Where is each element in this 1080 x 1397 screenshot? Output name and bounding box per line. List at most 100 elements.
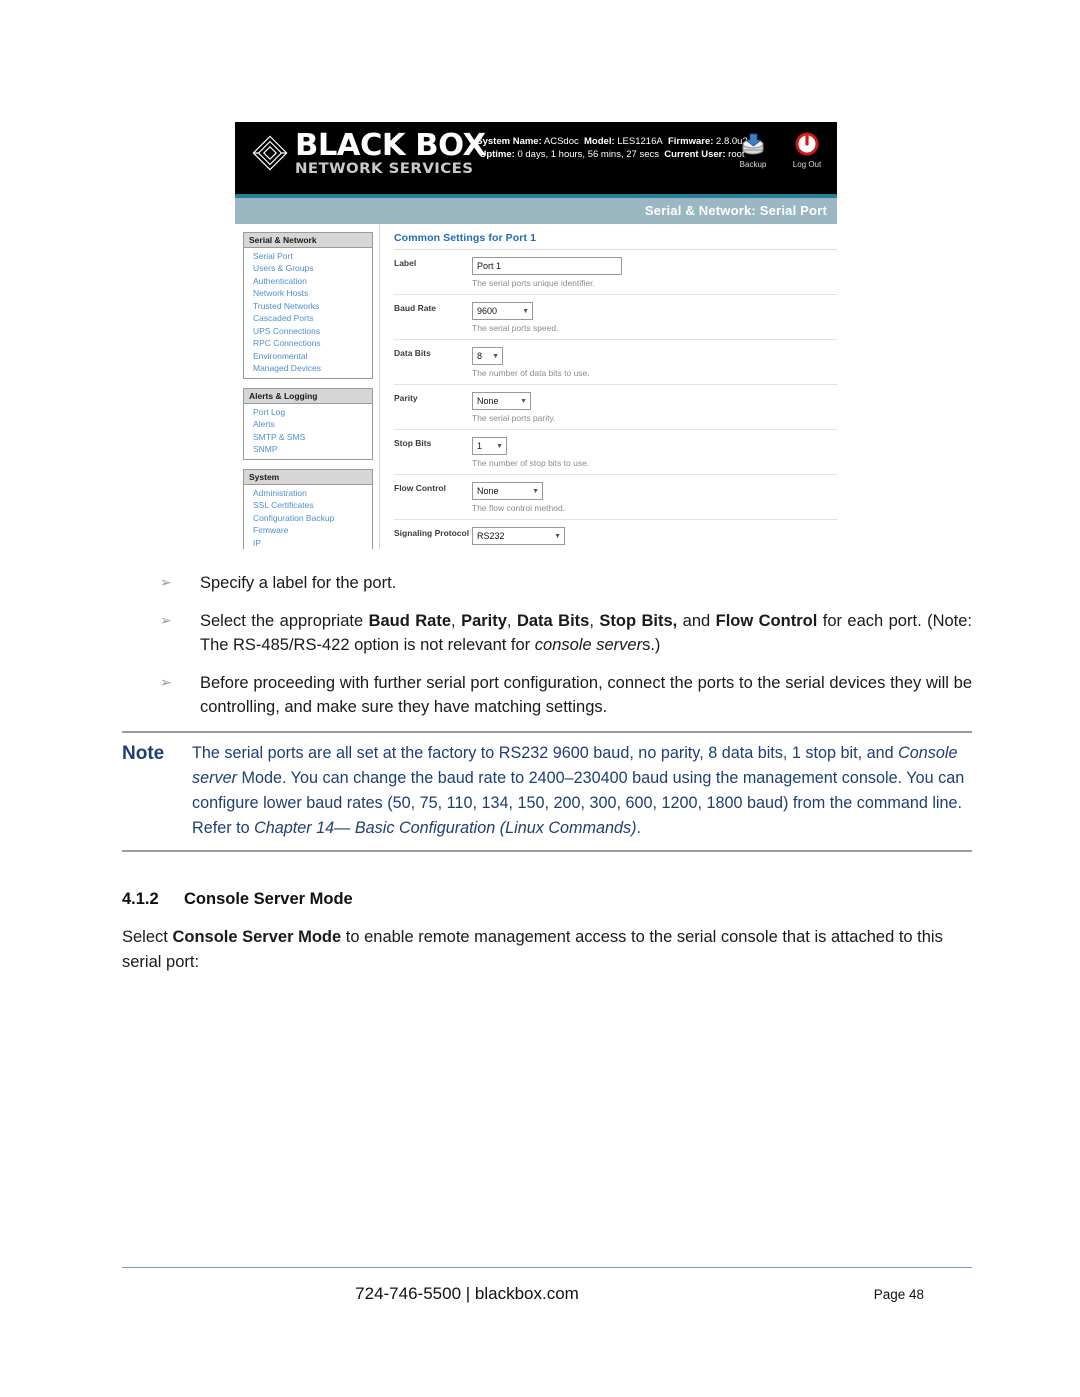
section-paragraph: Select Console Server Mode to enable rem… xyxy=(122,925,972,975)
sidebar-item-authentication[interactable]: Authentication xyxy=(244,275,372,288)
chevron-down-icon: ▼ xyxy=(532,487,539,495)
text-run: Select xyxy=(122,928,173,946)
chevron-down-icon: ▼ xyxy=(496,442,503,450)
logout-button[interactable]: Log Out xyxy=(785,132,829,169)
nav-group-system: System Administration SSL Certificates C… xyxy=(243,469,373,549)
sidebar-item-cascaded-ports[interactable]: Cascaded Ports xyxy=(244,313,372,326)
chevron-down-icon: ▼ xyxy=(522,307,529,315)
list-item-text: Before proceeding with further serial po… xyxy=(200,671,972,720)
current-user-label: Current User: xyxy=(664,149,726,160)
form-row-flow-control: Flow Control None ▼ The flow control met… xyxy=(394,475,837,520)
page-title-bar: Serial & Network: Serial Port xyxy=(235,198,837,224)
flow-control-select[interactable]: None ▼ xyxy=(472,482,543,500)
sidebar-item-ip[interactable]: IP xyxy=(244,537,372,549)
text-run: , xyxy=(451,611,462,630)
sidebar-item-serial-port[interactable]: Serial Port xyxy=(244,250,372,263)
field-hint: The electrical signaling on this serial … xyxy=(472,548,837,549)
text-run-bold: Stop Bits, xyxy=(599,611,678,630)
system-info-line1: System Name: ACSdoc Model: LES1216A Firm… xyxy=(467,135,757,148)
list-item: ➢ Before proceeding with further serial … xyxy=(160,671,972,720)
backup-button[interactable]: Backup xyxy=(731,132,775,169)
sidebar-item-ups-connections[interactable]: UPS Connections xyxy=(244,325,372,338)
text-run-bold: Flow Control xyxy=(715,611,818,630)
field-hint: The serial ports speed. xyxy=(472,323,559,333)
text-run: . xyxy=(636,819,641,837)
instruction-list: ➢ Specify a label for the port. ➢ Select… xyxy=(160,571,972,733)
flow-control-value: None xyxy=(477,486,499,496)
sidebar: Serial & Network Serial Port Users & Gro… xyxy=(235,224,380,549)
field-label: Parity xyxy=(394,393,418,403)
field-hint: The serial ports unique identifier. xyxy=(472,278,595,288)
list-item-text: Specify a label for the port. xyxy=(200,571,972,596)
form-row-signaling-protocol: Signaling Protocol RS232 ▼ The electrica… xyxy=(394,520,837,549)
text-run-bold: Data Bits xyxy=(516,611,590,630)
form-row-parity: Parity None ▼ The serial ports parity. xyxy=(394,385,837,430)
sidebar-item-managed-devices[interactable]: Managed Devices xyxy=(244,363,372,376)
sidebar-item-smtp-sms[interactable]: SMTP & SMS xyxy=(244,431,372,444)
stop-bits-select[interactable]: 1 ▼ xyxy=(472,437,507,455)
logout-label: Log Out xyxy=(792,160,822,169)
sidebar-item-port-log[interactable]: Port Log xyxy=(244,406,372,419)
sidebar-item-configuration-backup[interactable]: Configuration Backup xyxy=(244,512,372,525)
text-run: , xyxy=(506,611,517,630)
field-hint: The flow control method. xyxy=(472,503,566,513)
footer-page-number: Page 48 xyxy=(873,1287,924,1302)
signaling-protocol-value: RS232 xyxy=(477,531,505,541)
text-run: Select the appropriate xyxy=(200,611,369,630)
uptime-label: Uptime: xyxy=(479,149,515,160)
sidebar-item-users-groups[interactable]: Users & Groups xyxy=(244,263,372,276)
sidebar-item-environmental[interactable]: Environmental xyxy=(244,350,372,363)
text-run-bold: Parity xyxy=(461,611,507,630)
text-run-bold: Baud Rate xyxy=(368,611,452,630)
note-text: The serial ports are all set at the fact… xyxy=(192,741,972,841)
field-label: Signaling Protocol xyxy=(394,528,470,538)
nav-group-title: Serial & Network xyxy=(244,233,372,248)
header-action-icons: Backup Log Out xyxy=(731,132,829,169)
system-name-value: ACSdoc xyxy=(543,136,579,147)
sidebar-item-ssl-certificates[interactable]: SSL Certificates xyxy=(244,500,372,513)
form-heading: Common Settings for Port 1 xyxy=(394,232,837,250)
field-label: Label xyxy=(394,258,417,268)
text-run-italic: console server xyxy=(534,636,643,654)
app-header: BLACK BOX NETWORK SERVICES System Name: … xyxy=(235,122,837,194)
section-number: 4.1.2 xyxy=(122,890,159,908)
section-title: Console Server Mode xyxy=(184,890,353,908)
data-bits-value: 8 xyxy=(477,351,483,361)
text-run: The serial ports are all set at the fact… xyxy=(192,744,899,762)
signaling-protocol-select[interactable]: RS232 ▼ xyxy=(472,527,565,545)
sidebar-item-administration[interactable]: Administration xyxy=(244,487,372,500)
uptime-value: 0 days, 1 hours, 56 mins, 27 secs xyxy=(517,149,659,160)
data-bits-select[interactable]: 8 ▼ xyxy=(472,347,503,365)
list-item: ➢ Select the appropriate Baud Rate, Pari… xyxy=(160,609,972,658)
sidebar-item-trusted-networks[interactable]: Trusted Networks xyxy=(244,300,372,313)
text-run-italic: Chapter 14— Basic Configuration (Linux C… xyxy=(254,819,637,837)
system-name-label: System Name: xyxy=(476,136,542,147)
form-row-label: Label Port 1 The serial ports unique ide… xyxy=(394,250,837,295)
sidebar-item-firmware[interactable]: Firmware xyxy=(244,525,372,538)
model-value: LES1216A xyxy=(617,136,663,147)
chevron-down-icon: ▼ xyxy=(520,397,527,405)
footer-divider xyxy=(122,1267,972,1268)
model-label: Model: xyxy=(584,136,615,147)
sidebar-item-snmp[interactable]: SNMP xyxy=(244,444,372,457)
parity-select[interactable]: None ▼ xyxy=(472,392,531,410)
text-run: Specify a label for the port. xyxy=(200,574,397,592)
sidebar-item-rpc-connections[interactable]: RPC Connections xyxy=(244,338,372,351)
nav-group-alerts-logging: Alerts & Logging Port Log Alerts SMTP & … xyxy=(243,388,373,460)
list-item: ➢ Specify a label for the port. xyxy=(160,571,972,596)
text-run: s.) xyxy=(642,636,661,654)
form-row-baud-rate: Baud Rate 9600 ▼ The serial ports speed. xyxy=(394,295,837,340)
note-label: Note xyxy=(122,743,165,764)
text-run-bold: Console Server Mode xyxy=(172,928,342,946)
logo-tagline: NETWORK SERVICES xyxy=(295,161,474,177)
sidebar-item-network-hosts[interactable]: Network Hosts xyxy=(244,288,372,301)
label-input[interactable]: Port 1 xyxy=(472,257,622,275)
arrow-bullet-icon: ➢ xyxy=(160,674,172,691)
sidebar-item-alerts[interactable]: Alerts xyxy=(244,419,372,432)
field-hint: The serial ports parity. xyxy=(472,413,556,423)
chevron-down-icon: ▼ xyxy=(492,352,499,360)
footer-contact: 724-746-5500 | blackbox.com xyxy=(355,1284,579,1303)
settings-form: Common Settings for Port 1 Label Port 1 … xyxy=(380,224,837,549)
baud-rate-select[interactable]: 9600 ▼ xyxy=(472,302,533,320)
note-callout: Note The serial ports are all set at the… xyxy=(122,731,972,852)
